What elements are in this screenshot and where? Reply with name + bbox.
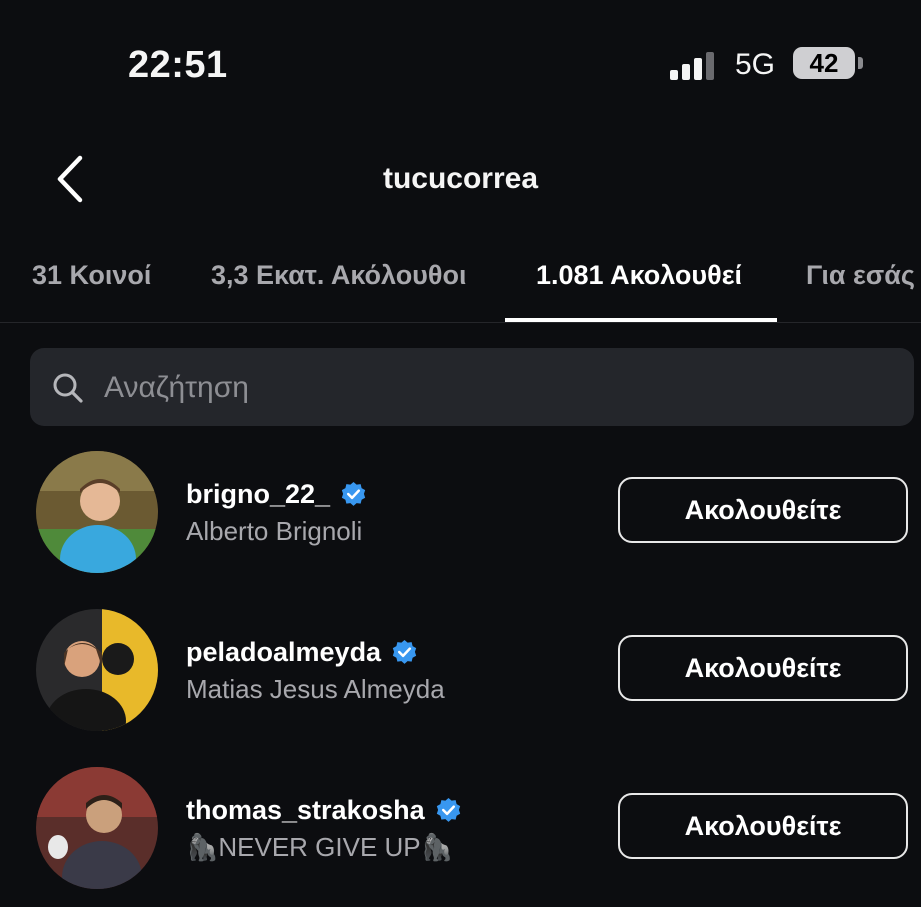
cellular-signal-icon: [670, 50, 718, 80]
battery-tip: [858, 57, 863, 69]
search-input[interactable]: [102, 348, 886, 428]
network-type: 5G: [735, 48, 776, 81]
list-item[interactable]: peladoalmeyda Matias Jesus Almeyda Ακολο…: [0, 609, 921, 749]
tab-bar: 31 Κοινοί 3,3 Εκατ. Ακόλουθοι 1.081 Ακολ…: [0, 240, 921, 323]
username[interactable]: peladoalmeyda: [186, 637, 381, 668]
username-line[interactable]: brigno_22_: [186, 479, 367, 510]
verified-badge-icon: [341, 481, 366, 506]
avatar-image: [36, 609, 158, 731]
avatar-image: [36, 451, 158, 573]
tab-following[interactable]: 1.081 Ακολουθεί: [536, 260, 742, 291]
user-info: thomas_strakosha 🦍NEVER GIVE UP🦍: [186, 795, 462, 863]
following-button[interactable]: Ακολουθείτε: [618, 793, 908, 859]
username-line[interactable]: thomas_strakosha: [186, 795, 462, 826]
username[interactable]: brigno_22_: [186, 479, 330, 510]
list-item[interactable]: thomas_strakosha 🦍NEVER GIVE UP🦍 Ακολουθ…: [0, 767, 921, 907]
avatar[interactable]: [36, 451, 158, 573]
status-bar: 22:51 5G 42: [0, 0, 921, 130]
verified-badge-icon: [436, 797, 460, 822]
search-icon: [53, 373, 83, 403]
user-info: peladoalmeyda Matias Jesus Almeyda: [186, 637, 445, 705]
page-title: tucucorrea: [382, 162, 539, 195]
avatar[interactable]: [36, 767, 158, 889]
tab-mutual[interactable]: 31 Κοινοί: [32, 260, 151, 291]
full-name: Alberto Brignoli: [186, 516, 363, 546]
verified-badge-icon: [392, 639, 417, 664]
list-item[interactable]: brigno_22_ Alberto Brignoli Ακολουθείτε: [0, 451, 921, 591]
username-line[interactable]: peladoalmeyda: [186, 637, 445, 668]
following-button[interactable]: Ακολουθείτε: [618, 477, 908, 543]
avatar[interactable]: [36, 609, 158, 731]
following-button[interactable]: Ακολουθείτε: [618, 635, 908, 701]
avatar-image: [36, 767, 158, 889]
battery-icon: 42: [793, 47, 855, 79]
active-tab-indicator: [505, 318, 777, 322]
nav-header: tucucorrea: [0, 140, 921, 220]
tab-for-you[interactable]: Για εσάς: [806, 260, 915, 291]
search-bar[interactable]: [30, 348, 914, 428]
tab-followers[interactable]: 3,3 Εκατ. Ακόλουθοι: [211, 260, 467, 291]
full-name: 🦍NEVER GIVE UP🦍: [186, 832, 454, 862]
username[interactable]: thomas_strakosha: [186, 795, 425, 826]
clock: 22:51: [128, 44, 228, 86]
user-info: brigno_22_ Alberto Brignoli: [186, 479, 367, 547]
full-name: Matias Jesus Almeyda: [186, 674, 445, 704]
